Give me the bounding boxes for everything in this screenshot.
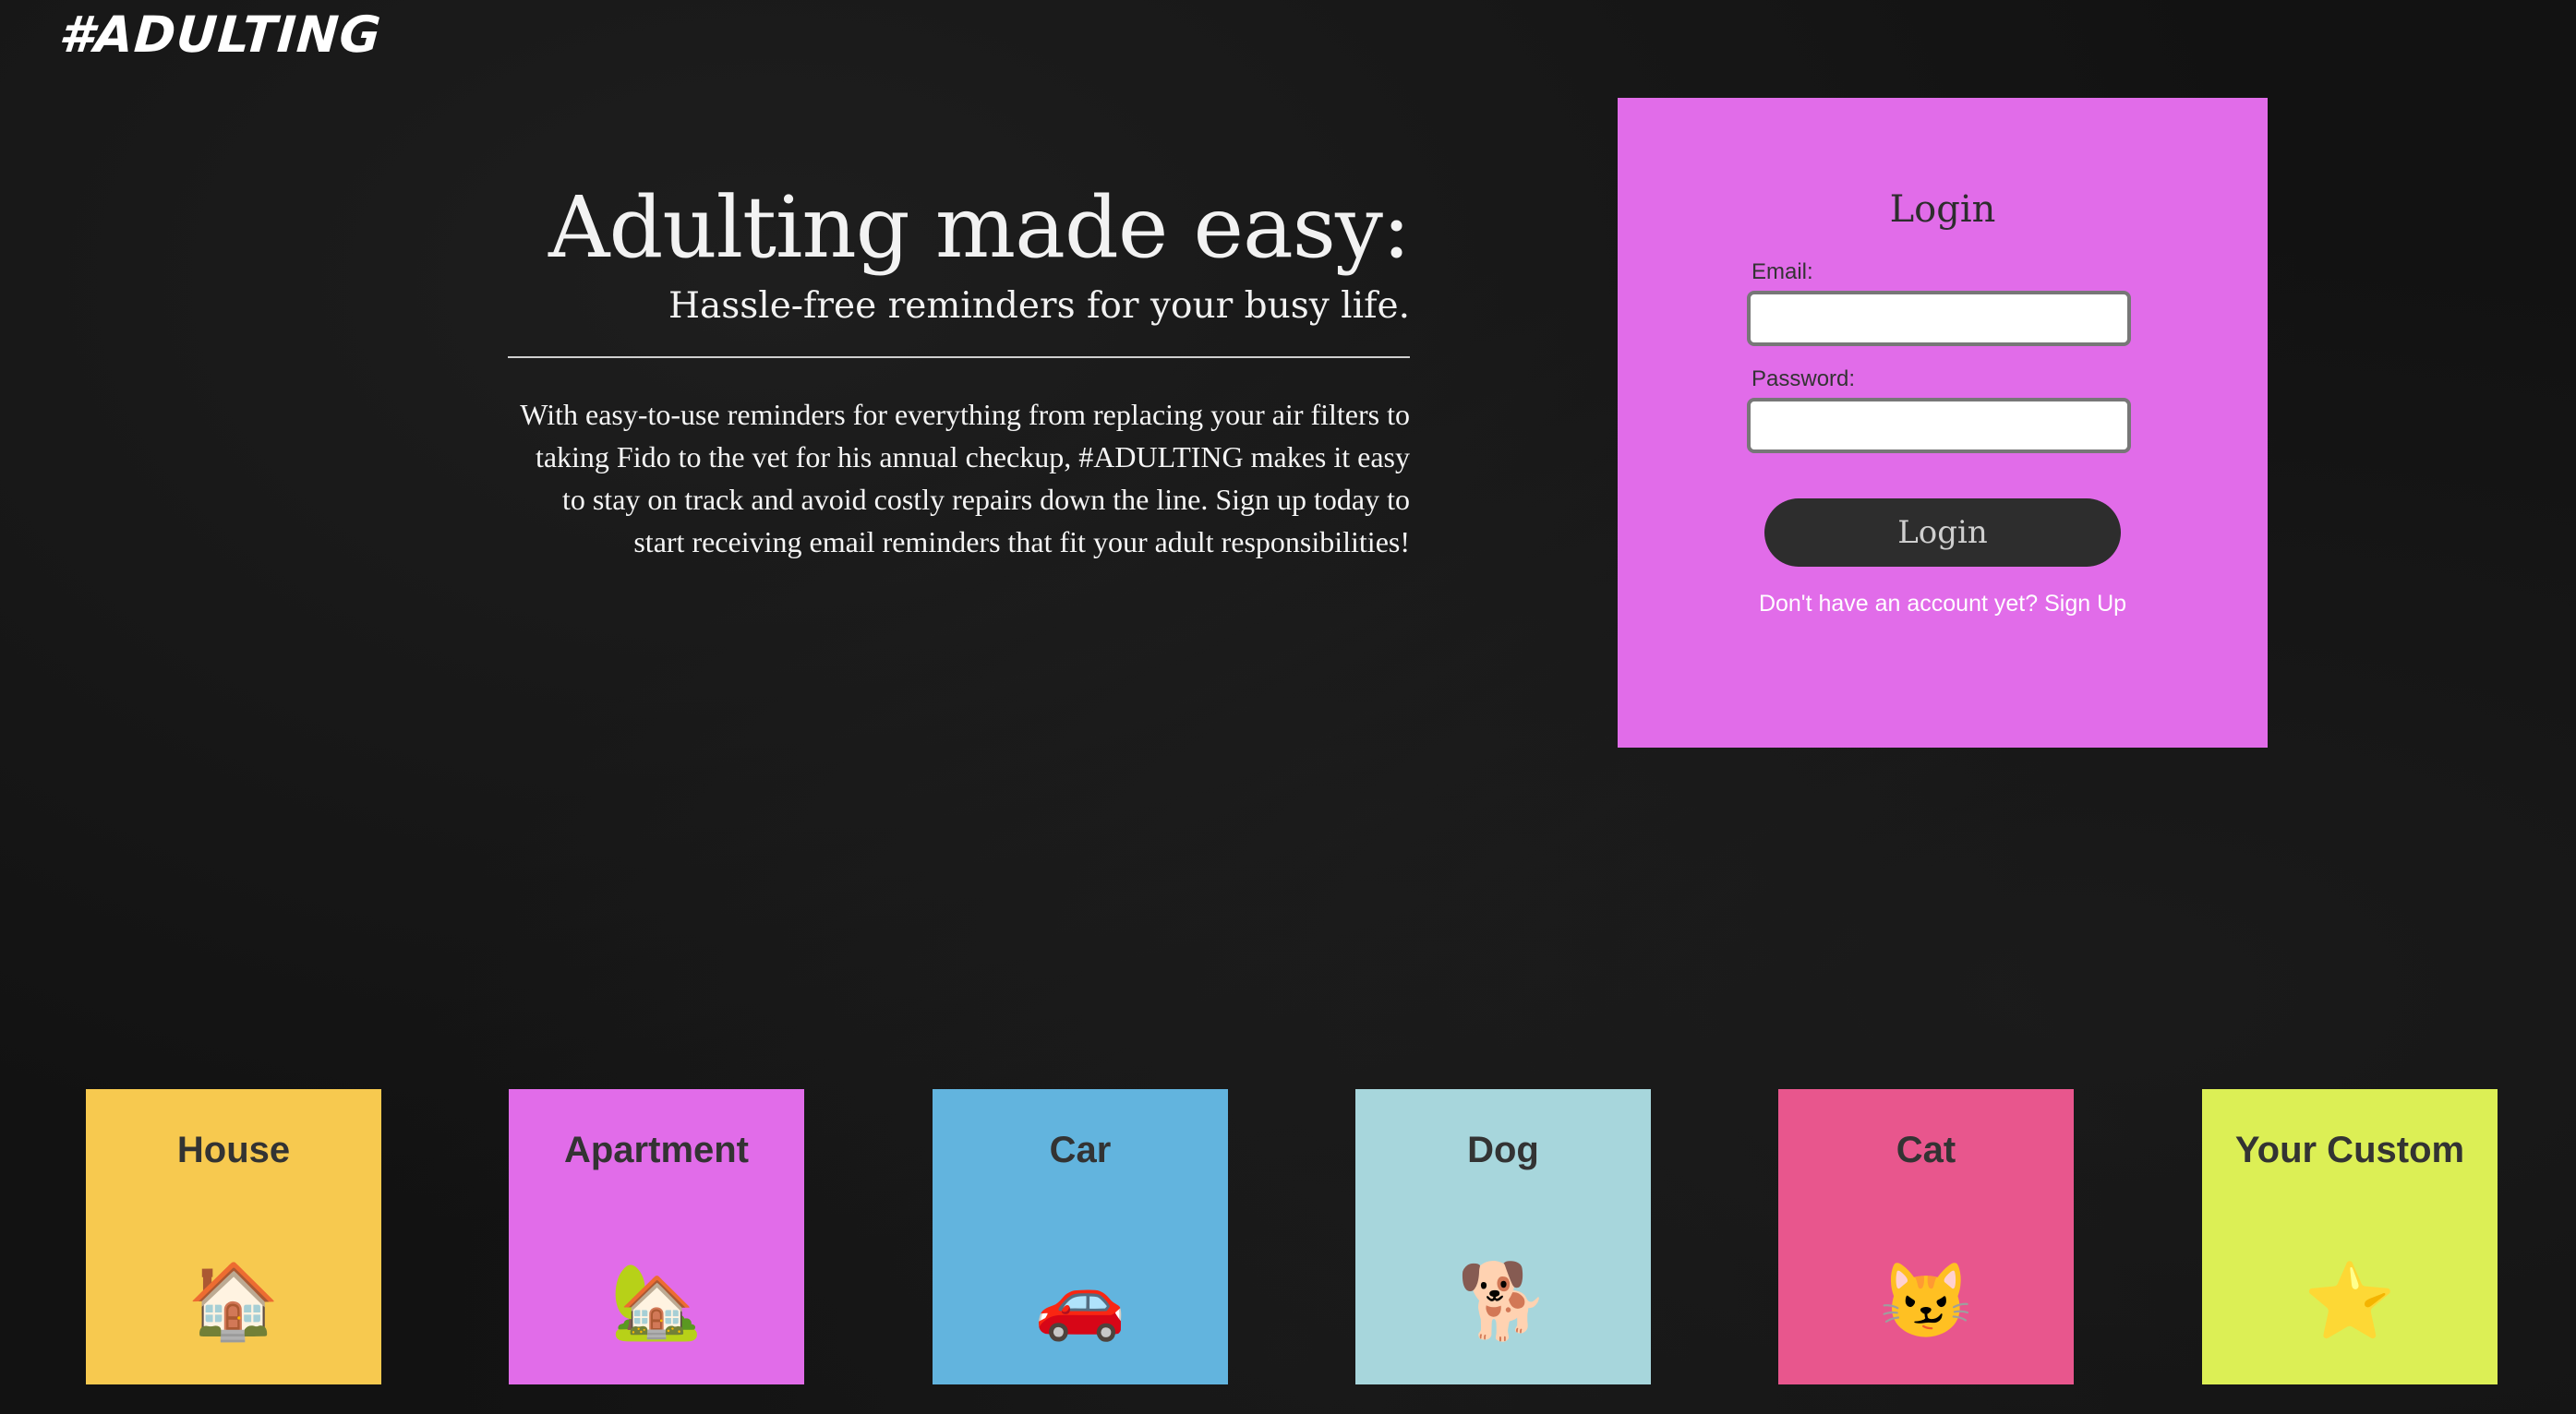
password-label: Password: (1751, 366, 1856, 391)
hero-subtitle: Hassle-free reminders for your busy life… (508, 281, 1410, 358)
hero-description: With easy-to-use reminders for everythin… (520, 398, 1410, 558)
cat-icon: 😼 (1880, 1260, 1972, 1342)
email-label: Email: (1751, 259, 1813, 284)
category-tile-custom[interactable]: Your Custom ⭐ (2202, 1089, 2498, 1384)
login-panel: Login Email: Password: Login Don't have … (1618, 98, 2268, 748)
category-tile-cat[interactable]: Cat 😼 (1778, 1089, 2074, 1384)
hero-section: Adulting made easy: Hassle-free reminder… (508, 175, 1411, 563)
category-tile-car[interactable]: Car 🚗 (933, 1089, 1228, 1384)
house-icon: 🏠 (187, 1260, 280, 1342)
email-field[interactable] (1747, 291, 2131, 346)
tile-label: Your Custom (2234, 1130, 2465, 1170)
category-tile-apartment[interactable]: Apartment 🏡 (509, 1089, 804, 1384)
tile-label: House (176, 1130, 291, 1170)
star-icon: ⭐ (2304, 1260, 2396, 1342)
login-title: Login (1889, 188, 1996, 231)
signup-link[interactable]: Sign Up (2044, 591, 2126, 617)
category-tile-house[interactable]: House 🏠 (86, 1089, 381, 1384)
hero-title: Adulting made easy: (548, 178, 1411, 277)
car-icon: 🚗 (1034, 1260, 1126, 1342)
signup-prompt-text: Don't have an account yet? (1758, 591, 2039, 617)
signup-prompt: Don't have an account yet? Sign Up (1618, 591, 2268, 617)
tile-label: Apartment (563, 1130, 750, 1170)
password-field[interactable] (1747, 398, 2131, 453)
site-logo[interactable]: #ADULTING (57, 6, 383, 64)
tile-label: Dog (1467, 1130, 1539, 1170)
dog-icon: 🐕 (1457, 1260, 1549, 1342)
login-button[interactable]: Login (1764, 498, 2121, 567)
tile-label: Cat (1896, 1130, 1956, 1170)
category-tile-dog[interactable]: Dog 🐕 (1355, 1089, 1651, 1384)
apartment-icon: 🏡 (610, 1260, 703, 1342)
tile-label: Car (1049, 1130, 1112, 1170)
